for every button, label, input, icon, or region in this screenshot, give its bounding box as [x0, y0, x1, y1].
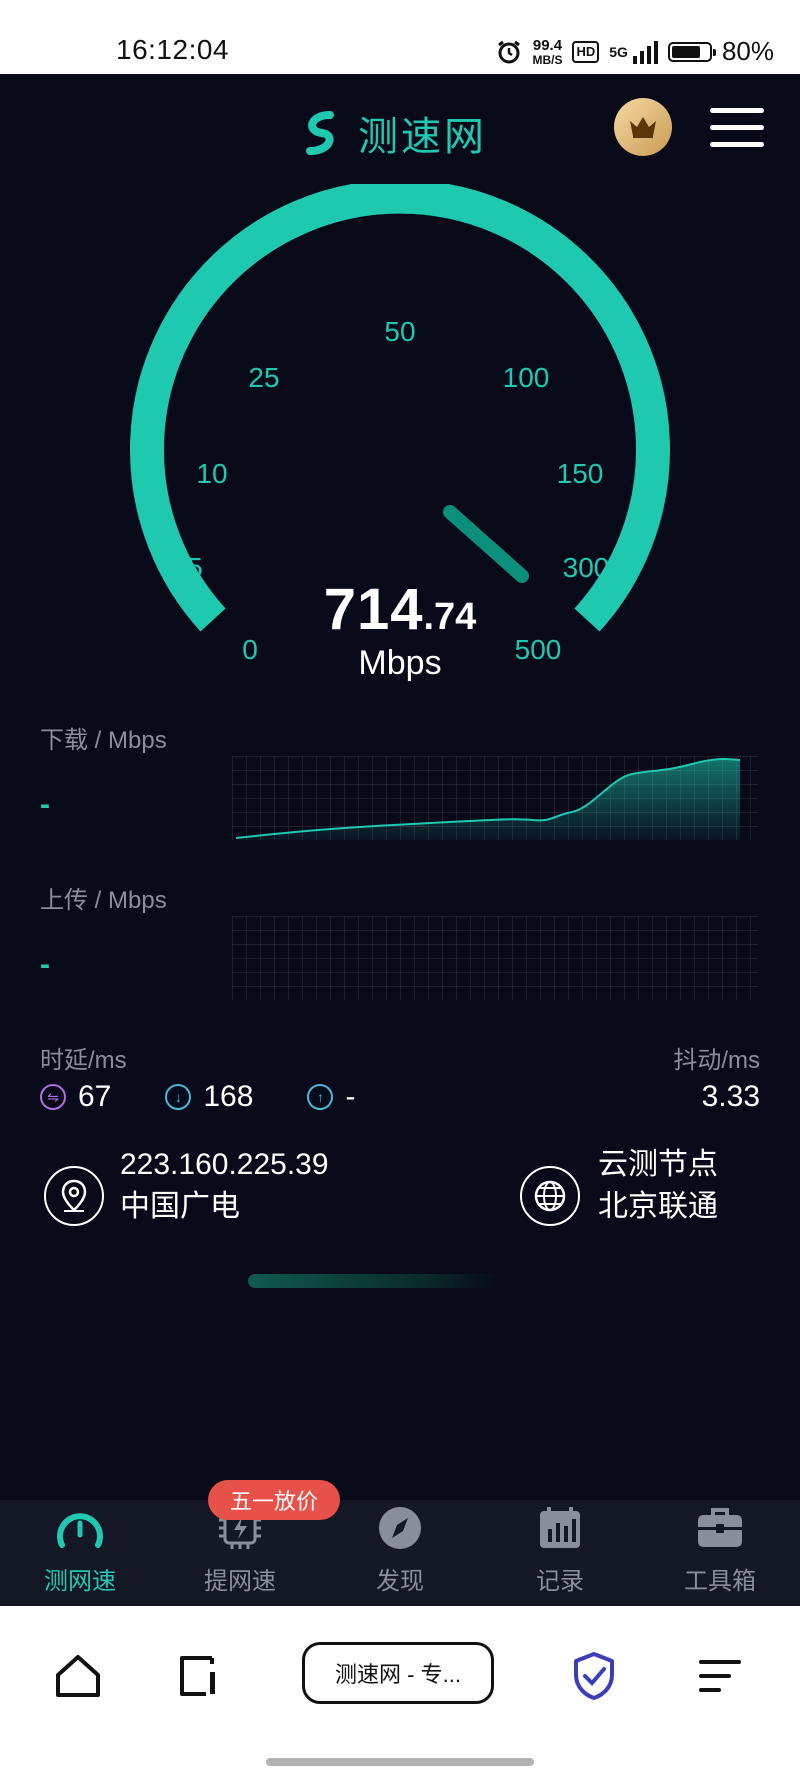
connection-bar [248, 1274, 498, 1288]
speed-unit: Mbps [358, 644, 442, 682]
speedtest-app: 测速网 0 5 10 25 50 100 150 300 500 714.74 … [0, 74, 800, 1606]
menu-button[interactable] [710, 108, 764, 148]
compass-icon [379, 1507, 421, 1549]
home-icon [56, 1655, 100, 1697]
browser-toolbar: 测速网 - 专... [0, 1606, 800, 1778]
arrow-up-icon: ↑ [307, 1084, 334, 1110]
speedometer-icon [57, 1513, 103, 1548]
vip-crown-button[interactable] [614, 98, 672, 156]
gauge-tick: 500 [514, 634, 562, 665]
gauge-tick: 50 [384, 316, 416, 347]
upload-latency: ↑ - [307, 1080, 355, 1114]
shield-check-icon [574, 1652, 614, 1700]
hd-badge: HD [572, 40, 600, 63]
crown-icon [630, 117, 656, 138]
download-label: 下载 / Mbps [40, 727, 167, 754]
tab-records[interactable]: 记录 [480, 1500, 640, 1606]
idle-latency: ⇋ 67 [40, 1080, 111, 1114]
location-pin-icon [44, 1166, 104, 1226]
logo-icon [306, 111, 334, 155]
network-type: 5G [609, 43, 628, 60]
tab-toolbox[interactable]: 工具箱 [640, 1500, 800, 1606]
latency-row: ⇋ 67 ↓ 168 ↑ - [40, 1080, 409, 1114]
current-tab-title[interactable]: 测速网 - 专... [302, 1642, 494, 1704]
gauge-tick: 10 [196, 458, 228, 489]
browser-menu-button[interactable] [690, 1646, 750, 1706]
status-time: 16:12:04 [116, 34, 229, 65]
gauge-needle [443, 505, 529, 583]
globe-icon[interactable] [520, 1166, 580, 1226]
home-button[interactable] [48, 1646, 108, 1706]
promo-badge[interactable]: 五一放价 [208, 1480, 341, 1520]
speed-reading: 714.74 [323, 577, 477, 642]
tab-discover[interactable]: 发现 [320, 1500, 480, 1606]
gauge-tick: 5 [187, 552, 203, 583]
server-info[interactable]: 云测节点 北京联通 [598, 1144, 718, 1228]
tabs-button[interactable] [170, 1646, 230, 1706]
arrow-down-icon: ↓ [165, 1084, 192, 1110]
client-isp: 中国广电 [120, 1190, 240, 1223]
battery-icon [667, 41, 716, 62]
tabs-icon [180, 1656, 215, 1696]
toolbox-icon [698, 1508, 742, 1547]
server-title: 云测节点 [598, 1148, 718, 1181]
upload-label: 上传 / Mbps [40, 887, 167, 914]
app-name: 测速网 [358, 114, 487, 160]
gauge-tick: 100 [502, 362, 550, 393]
signal-icon [632, 40, 658, 64]
client-ip: 223.160.225.39 [120, 1148, 329, 1181]
network-speed: 99.4 MB/S [532, 36, 563, 67]
latency-label: 时延/ms [40, 1047, 127, 1074]
upload-value: - [40, 948, 50, 981]
alarm-icon [498, 40, 521, 63]
speed-gauge: 0 5 10 25 50 100 150 300 500 714.74 Mbps [0, 184, 800, 744]
record-chart-icon [540, 1507, 580, 1548]
app-logo: 测速网 [300, 104, 487, 162]
client-info: 223.160.225.39 中国广电 [120, 1144, 329, 1228]
server-name: 北京联通 [598, 1190, 718, 1223]
download-value: - [40, 788, 50, 821]
gauge-tick: 25 [248, 362, 280, 393]
bottom-tab-bar: 测网速 提网速 发现 记录 工具箱 [0, 1500, 800, 1606]
download-latency: ↓ 168 [165, 1080, 253, 1114]
gauge-tick: 150 [556, 458, 604, 489]
gauge-tick: 0 [242, 634, 258, 665]
gauge-tick: 300 [562, 552, 610, 583]
security-shield-button[interactable] [564, 1646, 624, 1706]
download-chart [232, 756, 758, 840]
status-bar: 16:12:04 99.4 MB/S HD 5G 80% [0, 0, 800, 74]
home-indicator[interactable] [266, 1758, 534, 1766]
menu-lines-icon [699, 1660, 741, 1692]
status-icons: 99.4 MB/S HD 5G 80% [496, 36, 774, 67]
upload-chart [232, 916, 758, 1000]
jitter-value: 3.33 [701, 1080, 760, 1113]
tab-speedtest[interactable]: 测网速 [0, 1500, 160, 1606]
idle-latency-icon: ⇋ [40, 1084, 66, 1110]
battery-percent: 80% [721, 36, 774, 66]
jitter-label: 抖动/ms [673, 1047, 760, 1074]
